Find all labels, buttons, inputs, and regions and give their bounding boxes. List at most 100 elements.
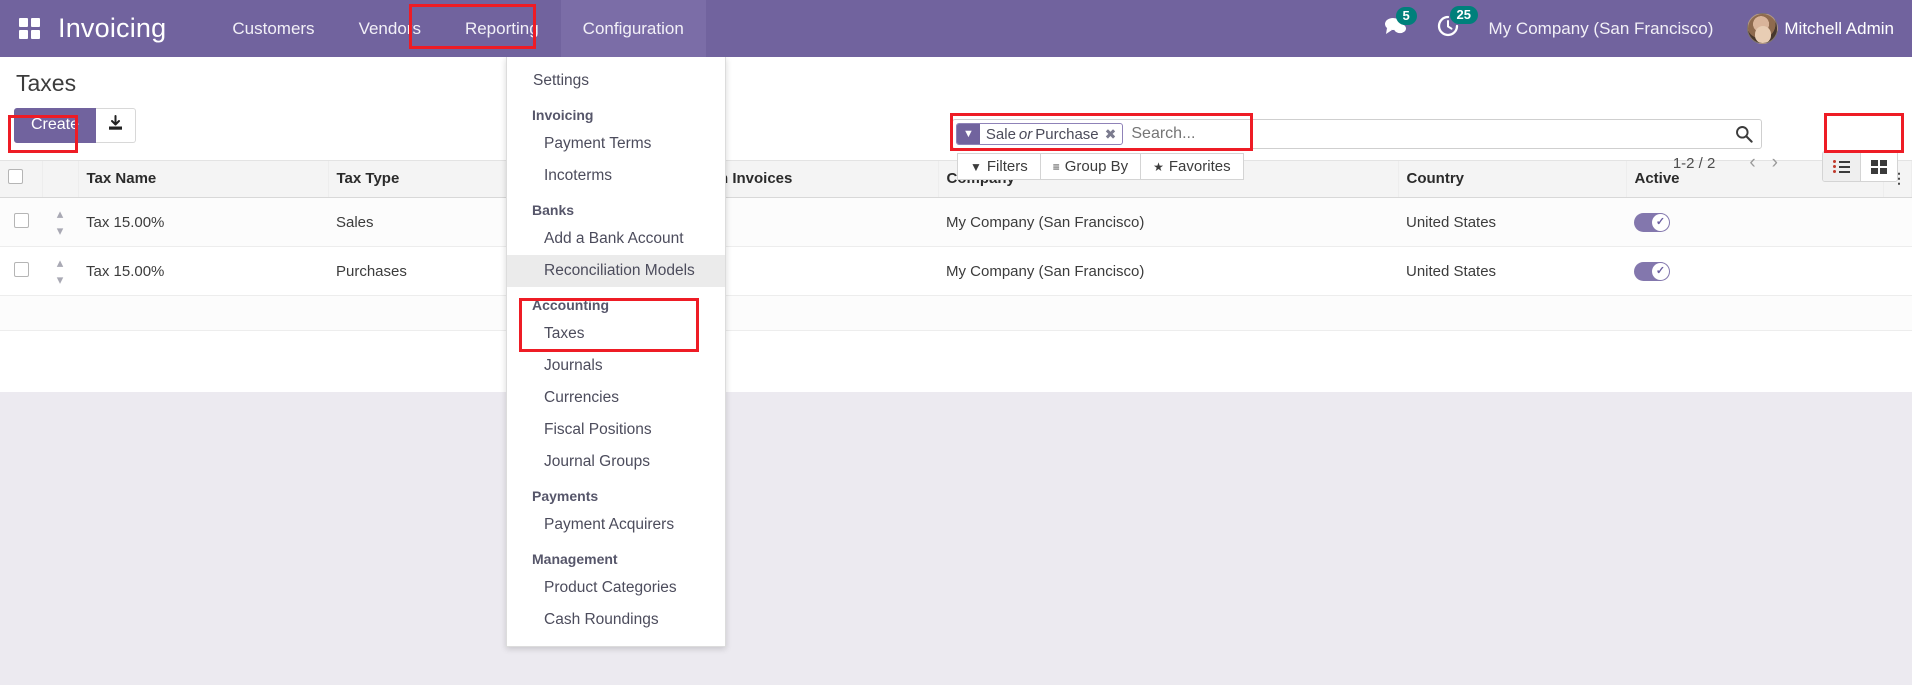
taxes-table: Tax Name Tax Type Label on Invoices Comp… (0, 161, 1912, 331)
table-body: ▴▾ Tax 15.00% Sales 15.00% My Company (S… (0, 197, 1912, 331)
dropdown-item-fiscal-positions[interactable]: Fiscal Positions (507, 414, 725, 446)
dropdown-item-journals[interactable]: Journals (507, 350, 725, 382)
filter-funnel-icon: ▼ (957, 124, 980, 144)
user-menu[interactable]: Mitchell Admin (1747, 13, 1894, 44)
header-country[interactable]: Country (1398, 161, 1627, 198)
select-all-header (0, 161, 43, 198)
menu-reporting[interactable]: Reporting (443, 0, 561, 57)
cell-active (1626, 197, 1884, 247)
favorites-button[interactable]: ★ Favorites (1141, 153, 1244, 180)
cell-active (1626, 246, 1884, 296)
chevron-right-icon[interactable]: › (1764, 153, 1786, 172)
empty-cell (78, 295, 328, 331)
app-brand-title[interactable]: Invoicing (58, 13, 166, 44)
chevron-left-icon[interactable]: ‹ (1741, 153, 1763, 172)
filter-funnel-icon: ▼ (970, 159, 982, 174)
table-row-empty (0, 295, 1912, 331)
dropdown-item-currencies[interactable]: Currencies (507, 382, 725, 414)
hamburger-lines-icon: ≡ (1052, 159, 1060, 174)
group-by-button[interactable]: ≡ Group By (1040, 153, 1142, 180)
drag-handle-icon[interactable]: ▴ ▾ (57, 206, 64, 238)
main-menu: Customers Vendors Reporting Configuratio… (210, 0, 706, 57)
apps-grid-icon (18, 18, 40, 39)
cell-country: United States (1398, 246, 1626, 296)
dropdown-item-settings[interactable]: Settings (507, 65, 725, 97)
row-select-cell (0, 246, 42, 296)
background-filler (0, 392, 1912, 685)
table-header: Tax Name Tax Type Label on Invoices Comp… (0, 161, 1912, 198)
navbar-right-group: 5 25 My Company (San Francisco) Mitchell… (1383, 0, 1912, 57)
row-options-cell (1883, 246, 1912, 296)
active-toggle[interactable] (1634, 261, 1670, 281)
cell-country: United States (1398, 197, 1626, 247)
dropdown-item-payment-acquirers[interactable]: Payment Acquirers (507, 509, 725, 541)
dropdown-item-taxes[interactable]: Taxes (507, 318, 725, 350)
dropdown-item-reconciliation-models[interactable]: Reconciliation Models (507, 255, 725, 287)
row-checkbox[interactable] (13, 212, 29, 228)
kanban-view-icon (1871, 159, 1887, 174)
row-handle-cell: ▴ ▾ (42, 246, 78, 296)
export-button[interactable] (96, 108, 137, 143)
activities-button[interactable]: 25 (1437, 6, 1479, 42)
table-row[interactable]: ▴▾ Tax 15.00% Sales 15.00% My Company (S… (0, 197, 1912, 247)
dropdown-item-cash-roundings[interactable]: Cash Roundings (507, 604, 725, 636)
empty-cell (938, 295, 1398, 331)
dropdown-section-accounting: Accounting (532, 297, 609, 313)
top-navbar: Invoicing Customers Vendors Reporting Co… (0, 0, 1912, 57)
pager: 1-2 / 2 ‹ › (1672, 153, 1786, 172)
search-facet-label: Sale or Purchase (985, 125, 1099, 143)
star-icon: ★ (1153, 159, 1164, 174)
cell-tax-name: Tax 15.00% (78, 197, 328, 247)
company-switcher[interactable]: My Company (San Francisco) (1489, 19, 1714, 39)
dropdown-section-invoicing: Invoicing (532, 107, 594, 123)
create-button[interactable]: Create (14, 108, 97, 143)
search-bar[interactable]: ▼ Sale or Purchase ✖ (952, 119, 1762, 149)
empty-cell (42, 295, 78, 331)
search-options-buttons: ▼ Filters ≡ Group By ★ Favorites (957, 153, 1244, 180)
dropdown-item-product-categories[interactable]: Product Categories (507, 572, 725, 604)
user-name-label: Mitchell Admin (1784, 18, 1894, 38)
page-title: Taxes (16, 70, 77, 96)
header-tax-name[interactable]: Tax Name (78, 161, 329, 198)
row-handle-cell: ▴ ▾ (42, 197, 78, 247)
empty-cell (1398, 295, 1626, 331)
configuration-dropdown-menu: Settings Invoicing Payment Terms Incoterms B… (506, 57, 726, 647)
messages-button[interactable]: 5 (1383, 7, 1417, 41)
row-options-cell (1883, 197, 1912, 247)
messages-badge: 5 (1395, 7, 1417, 25)
list-view-button[interactable] (1823, 152, 1860, 181)
dropdown-item-journal-groups[interactable]: Journal Groups (507, 446, 725, 478)
row-checkbox[interactable] (13, 261, 29, 277)
search-input[interactable] (1123, 125, 1761, 143)
action-buttons: Create (14, 108, 137, 143)
menu-configuration[interactable]: Configuration (560, 0, 706, 57)
filters-button[interactable]: ▼ Filters (957, 153, 1041, 180)
list-view: Tax Name Tax Type Label on Invoices Comp… (0, 161, 1912, 331)
menu-customers[interactable]: Customers (210, 0, 336, 57)
search-facet-sale-or-purchase[interactable]: ▼ Sale or Purchase ✖ (956, 123, 1124, 145)
search-icon[interactable] (1735, 125, 1753, 148)
apps-menu-icon[interactable] (0, 0, 58, 57)
empty-cell (1626, 295, 1884, 331)
dropdown-section-management: Management (532, 551, 618, 567)
drag-handle-icon[interactable]: ▴ ▾ (57, 255, 64, 287)
select-all-checkbox[interactable] (8, 169, 23, 184)
dropdown-item-add-a-bank-account[interactable]: Add a Bank Account (507, 223, 725, 255)
close-x-icon[interactable]: ✖ (1105, 124, 1123, 144)
cell-company: My Company (San Francisco) (938, 197, 1398, 247)
kanban-view-button[interactable] (1860, 152, 1897, 181)
favorites-label: Favorites (1168, 158, 1231, 175)
menu-vendors[interactable]: Vendors (337, 0, 443, 57)
pager-count: 1-2 / 2 (1672, 154, 1716, 172)
view-switcher (1822, 151, 1898, 182)
dropdown-item-payment-terms[interactable]: Payment Terms (507, 128, 725, 160)
active-toggle[interactable] (1634, 212, 1670, 232)
empty-cell (0, 295, 42, 331)
filters-label: Filters (986, 158, 1028, 175)
table-row[interactable]: ▴▾ Tax 15.00% Purchases 15.00% My Compan… (0, 246, 1912, 296)
dropdown-section-payments: Payments (532, 488, 599, 504)
avatar (1747, 13, 1779, 44)
handle-header (42, 161, 79, 198)
activities-badge: 25 (1449, 6, 1479, 24)
dropdown-item-incoterms[interactable]: Incoterms (507, 160, 725, 192)
